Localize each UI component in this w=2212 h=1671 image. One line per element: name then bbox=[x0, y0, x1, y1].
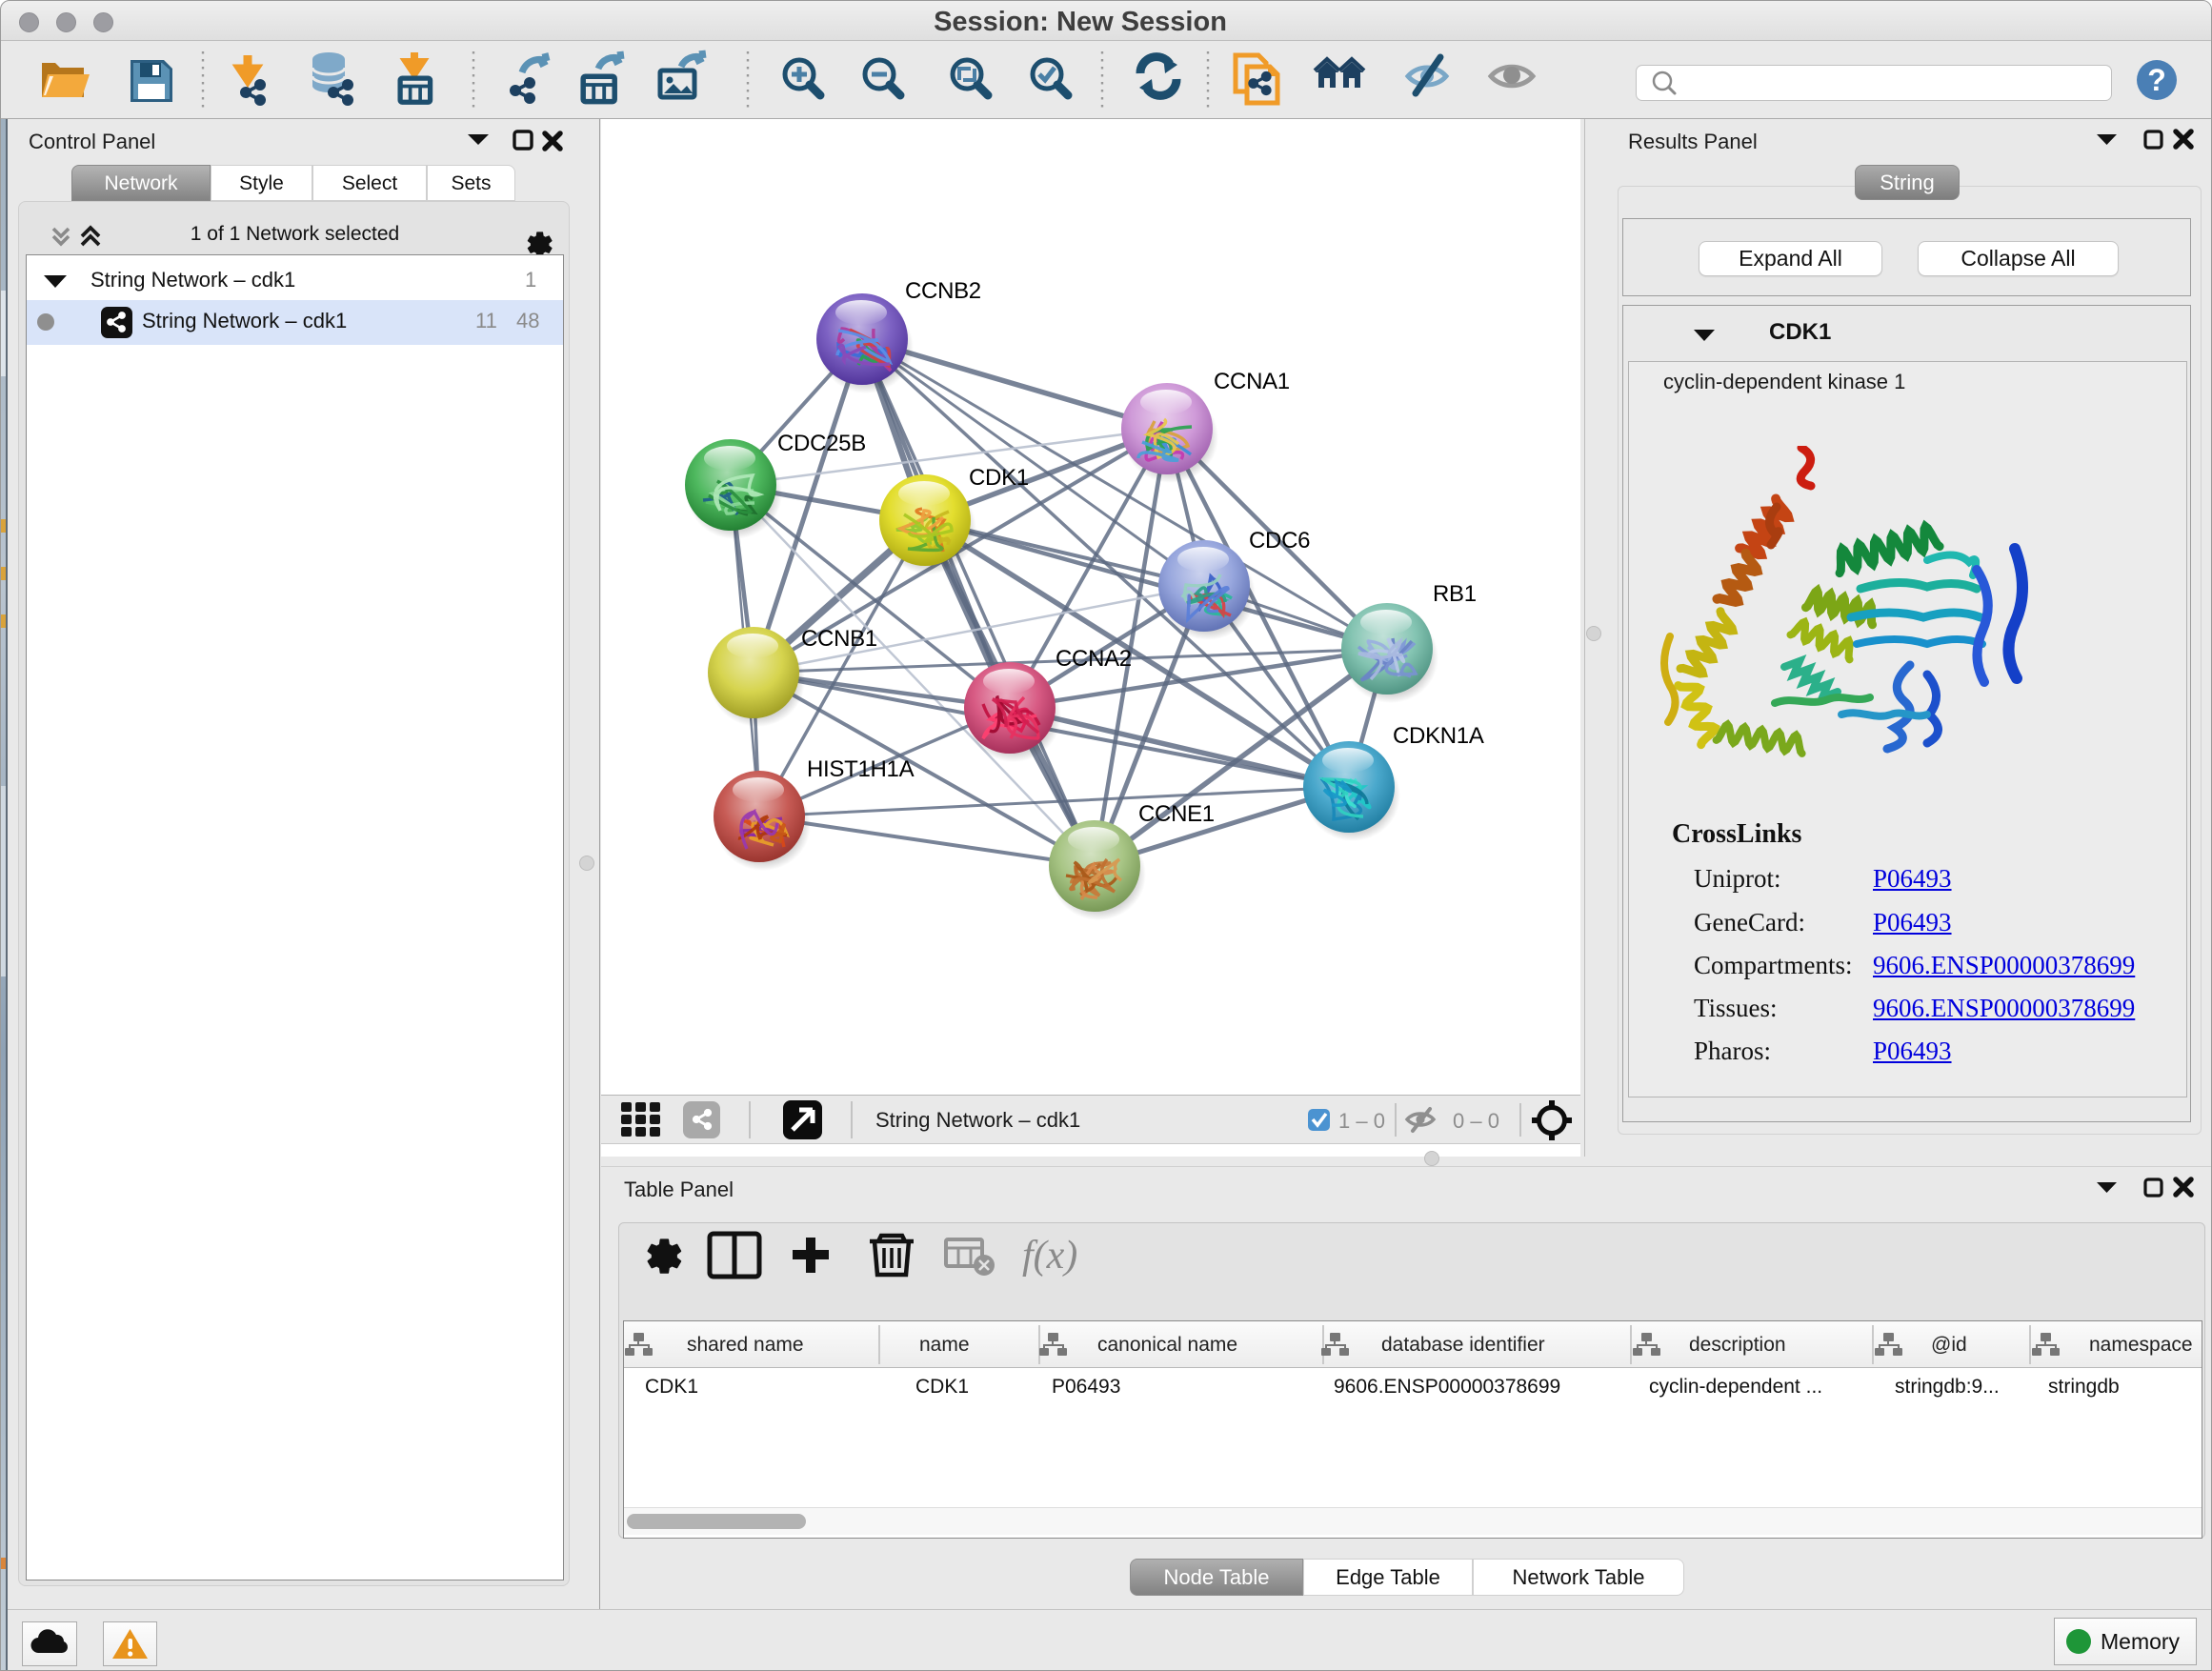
svg-text:CCNB1: CCNB1 bbox=[801, 626, 877, 652]
svg-text:f(x): f(x) bbox=[1022, 1234, 1077, 1278]
svg-text:?: ? bbox=[2147, 63, 2166, 97]
svg-text:CCNA1: CCNA1 bbox=[1214, 369, 1290, 394]
svg-text:CDK1: CDK1 bbox=[969, 465, 1029, 491]
svg-text:CCNB2: CCNB2 bbox=[905, 278, 981, 304]
svg-text:CDC6: CDC6 bbox=[1249, 528, 1310, 554]
svg-text:CDC25B: CDC25B bbox=[777, 431, 866, 456]
svg-text:CDKN1A: CDKN1A bbox=[1393, 723, 1484, 749]
svg-text:CCNE1: CCNE1 bbox=[1138, 801, 1215, 827]
svg-text:HIST1H1A: HIST1H1A bbox=[807, 756, 915, 782]
svg-text:CCNA2: CCNA2 bbox=[1056, 646, 1132, 672]
svg-text:RB1: RB1 bbox=[1433, 581, 1477, 607]
